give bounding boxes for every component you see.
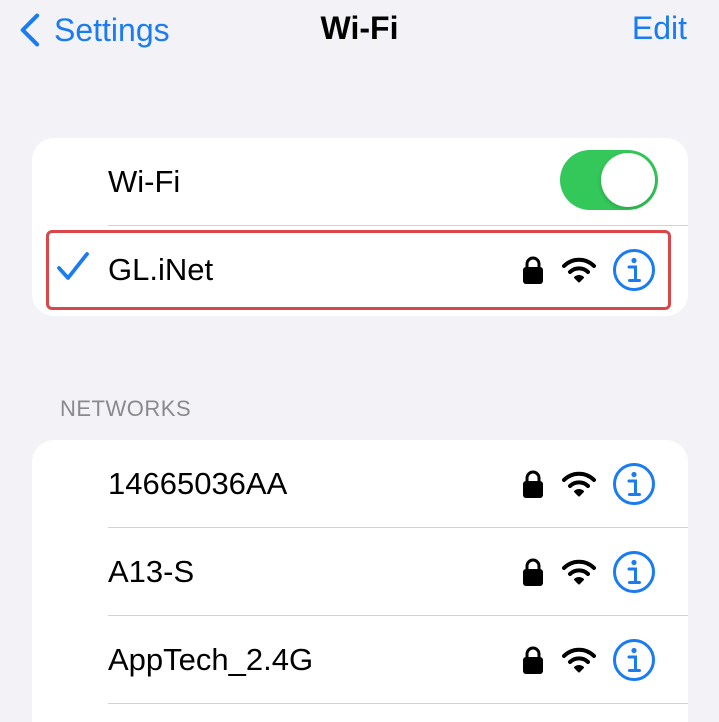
info-icon[interactable] xyxy=(612,638,656,682)
wifi-signal-icon xyxy=(562,647,596,673)
page-title: Wi-Fi xyxy=(320,10,399,46)
wifi-status-card: Wi-Fi GL.iNet xyxy=(32,138,688,316)
navigation-bar: Settings Wi-Fi Edit xyxy=(0,0,719,60)
lock-icon xyxy=(523,646,543,674)
lock-icon xyxy=(523,470,543,498)
checkmark-icon xyxy=(57,252,89,280)
info-icon[interactable] xyxy=(612,462,656,506)
networks-section-header: NETWORKS xyxy=(60,396,192,421)
wifi-toggle-label: Wi-Fi xyxy=(108,164,181,199)
lock-icon xyxy=(523,256,543,284)
connected-network-row[interactable]: GL.iNet xyxy=(32,226,688,314)
lock-icon xyxy=(523,558,543,586)
wifi-signal-icon xyxy=(562,257,596,283)
network-row[interactable]: 14665036AA xyxy=(32,440,688,528)
connected-network-name: GL.iNet xyxy=(108,252,214,287)
network-name: AppTech_2.4G xyxy=(108,642,314,677)
wifi-toggle-switch[interactable] xyxy=(560,150,658,210)
network-name: A13-S xyxy=(108,554,195,589)
info-icon[interactable] xyxy=(612,550,656,594)
wifi-signal-icon xyxy=(562,559,596,585)
network-row[interactable]: A13-S xyxy=(32,528,688,616)
networks-list: 14665036AA A13-S AppTech_2.4G xyxy=(32,440,688,722)
network-row[interactable]: AppTech_2.4G xyxy=(32,616,688,704)
wifi-signal-icon xyxy=(562,471,596,497)
edit-button[interactable]: Edit xyxy=(632,10,687,47)
toggle-knob xyxy=(601,153,655,207)
network-name: 14665036AA xyxy=(108,466,288,501)
info-icon[interactable] xyxy=(612,248,656,292)
wifi-toggle-row: Wi-Fi xyxy=(32,138,688,226)
row-separator xyxy=(108,702,688,704)
